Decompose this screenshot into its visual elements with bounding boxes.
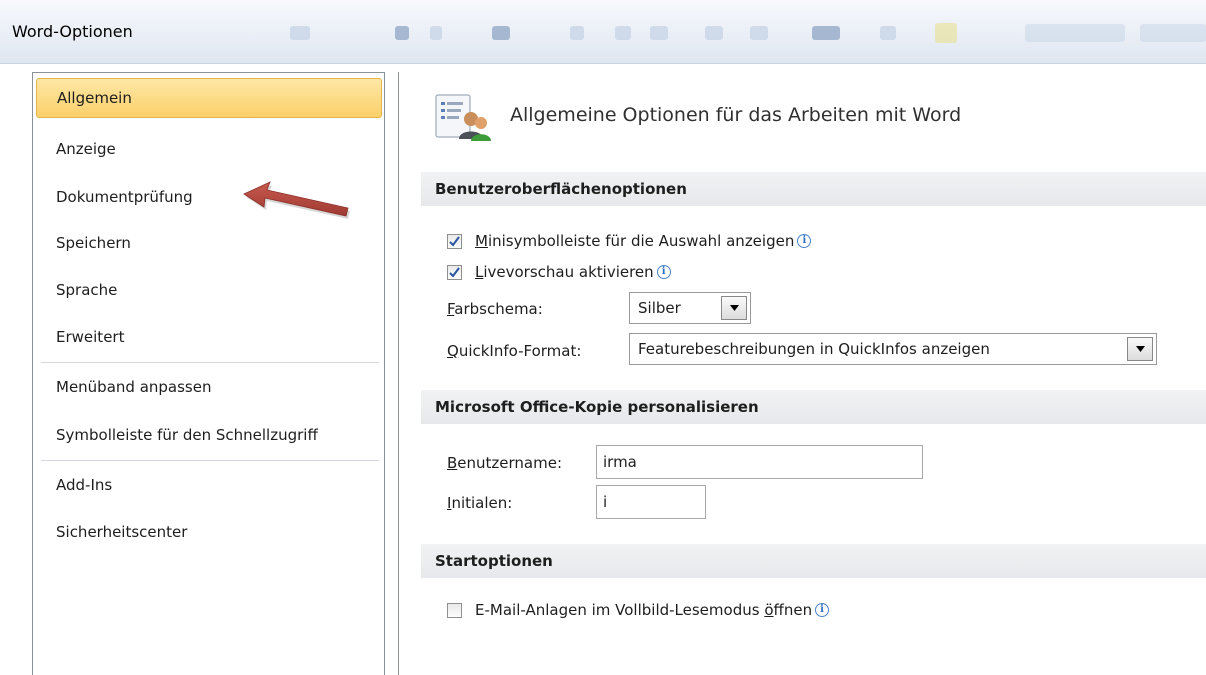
mini-toolbar-option[interactable]: Minisymbolleiste für die Auswahl anzeige…: [447, 229, 812, 253]
blurred-toolbar-icon: [812, 26, 840, 40]
blurred-style-preview: [1025, 24, 1125, 42]
nav-item-erweitert[interactable]: Erweitert: [36, 317, 382, 357]
blurred-toolbar-icon: [570, 26, 584, 40]
nav-item-sicherheitscenter[interactable]: Sicherheitscenter: [36, 512, 382, 552]
live-preview-checkbox[interactable]: [447, 264, 462, 280]
tooltip-format-select[interactable]: Featurebeschreibungen in QuickInfos anze…: [629, 333, 1157, 365]
blurred-style-preview: [1140, 24, 1206, 42]
blurred-toolbar-icon: [615, 26, 631, 40]
color-scheme-label: Farbschema:: [447, 300, 543, 318]
nav-item-sprache[interactable]: Sprache: [36, 270, 382, 310]
section-heading-ui-options: Benutzeroberflächenoptionen: [421, 172, 1206, 206]
options-content-pane: Allgemeine Optionen für das Arbeiten mit…: [398, 72, 1206, 675]
initials-label: Initialen:: [447, 494, 513, 512]
nav-item-add-ins[interactable]: Add-Ins: [36, 465, 382, 505]
live-preview-option[interactable]: Livevorschau aktivieren i: [447, 260, 671, 284]
nav-divider: [41, 460, 379, 461]
chevron-down-icon[interactable]: [1127, 337, 1153, 361]
blurred-toolbar-icon: [492, 26, 510, 40]
nav-item-menueband-anpassen[interactable]: Menüband anpassen: [36, 367, 382, 407]
blurred-toolbar-icon: [290, 26, 310, 40]
live-preview-label: Livevorschau aktivieren: [475, 263, 654, 281]
color-scheme-select[interactable]: Silber: [629, 292, 751, 324]
blurred-toolbar-icon: [395, 26, 409, 40]
full-screen-reading-option[interactable]: E-Mail-Anlagen im Vollbild-Lesemodus öff…: [447, 598, 830, 622]
full-screen-reading-checkbox[interactable]: [447, 602, 462, 618]
nav-item-anzeige[interactable]: Anzeige: [36, 129, 382, 169]
tooltip-format-label: QuickInfo-Format:: [447, 342, 582, 360]
checkmark-icon: [449, 235, 460, 247]
nav-item-speichern[interactable]: Speichern: [36, 223, 382, 263]
mini-toolbar-label: Minisymbolleiste für die Auswahl anzeige…: [475, 232, 795, 250]
title-bar: Word-Optionen: [0, 0, 1206, 64]
blurred-toolbar-icon: [935, 23, 957, 43]
info-icon[interactable]: i: [797, 234, 812, 248]
annotation-arrow-icon: [243, 181, 350, 219]
nav-item-schnellzugriff[interactable]: Symbolleiste für den Schnellzugriff: [36, 415, 382, 455]
blurred-toolbar-icon: [430, 26, 442, 40]
info-icon[interactable]: i: [815, 603, 830, 617]
general-options-icon: [435, 94, 491, 141]
initials-input[interactable]: i: [596, 485, 706, 519]
mini-toolbar-checkbox[interactable]: [447, 233, 462, 249]
tooltip-format-value: Featurebeschreibungen in QuickInfos anze…: [638, 340, 990, 358]
blurred-toolbar-icon: [705, 26, 723, 40]
color-scheme-value: Silber: [638, 299, 681, 317]
username-input[interactable]: irma: [596, 445, 923, 479]
options-category-list: Allgemein Anzeige Dokumentprüfung Speich…: [32, 72, 385, 675]
page-title: Allgemeine Optionen für das Arbeiten mit…: [510, 104, 962, 126]
chevron-down-icon[interactable]: [721, 296, 747, 320]
blurred-toolbar-icon: [880, 26, 896, 40]
section-heading-startup: Startoptionen: [421, 544, 1206, 578]
blurred-toolbar-icon: [750, 26, 768, 40]
info-icon[interactable]: i: [656, 265, 671, 279]
username-label: Benutzername:: [447, 454, 563, 472]
checkmark-icon: [449, 266, 460, 278]
window-title: Word-Optionen: [12, 22, 133, 41]
full-screen-reading-label: E-Mail-Anlagen im Vollbild-Lesemodus öff…: [475, 601, 813, 619]
section-heading-personalize: Microsoft Office-Kopie personalisieren: [421, 390, 1206, 424]
nav-divider: [41, 362, 379, 363]
nav-item-allgemein[interactable]: Allgemein: [36, 78, 382, 118]
blurred-toolbar-icon: [650, 26, 668, 40]
